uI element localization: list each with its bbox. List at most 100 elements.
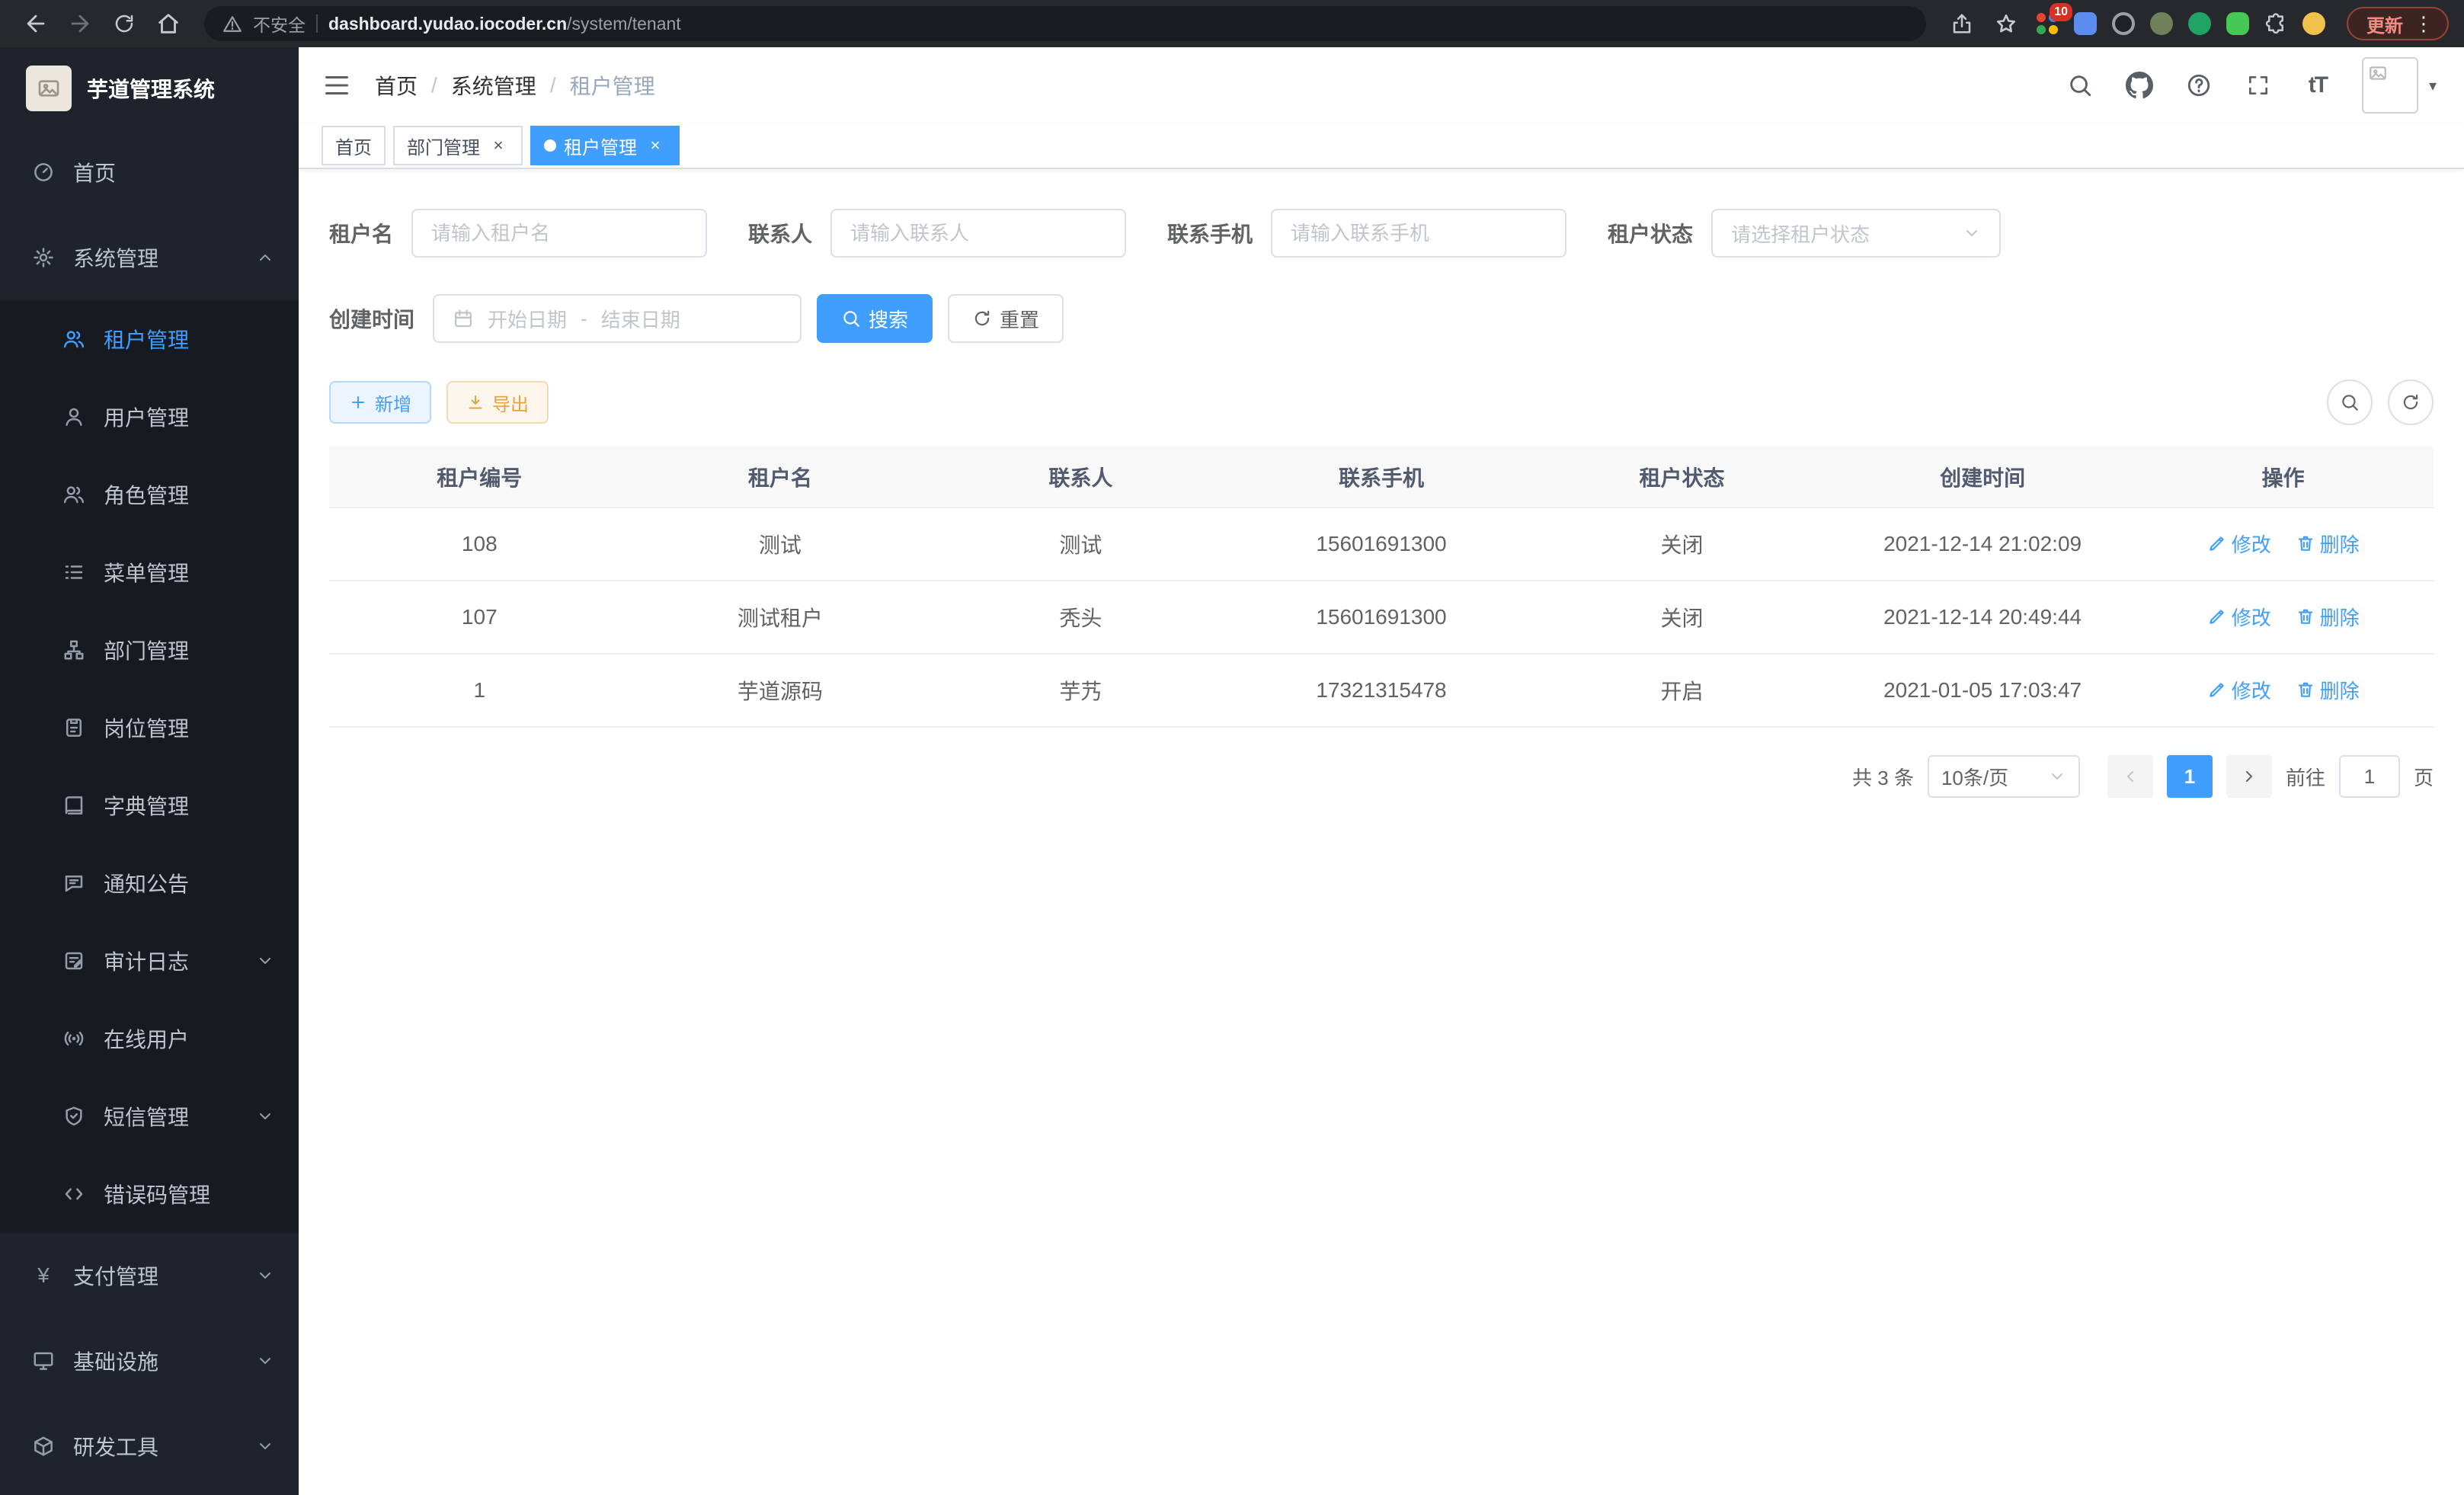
reset-button[interactable]: 重置 xyxy=(948,294,1064,343)
create-time-range-picker[interactable]: 开始日期 - 结束日期 xyxy=(433,294,802,343)
sidebar-item-online-users[interactable]: 在线用户 xyxy=(0,1000,299,1077)
sidebar-item-devtools[interactable]: 研发工具 xyxy=(0,1404,299,1489)
col-header-phone: 联系手机 xyxy=(1231,447,1532,507)
breadcrumb-item-home[interactable]: 首页 xyxy=(375,70,418,101)
browser-back-button[interactable] xyxy=(15,4,56,43)
sidebar-item-audit-log[interactable]: 审计日志 xyxy=(0,922,299,1000)
extensions-puzzle-icon[interactable] xyxy=(2258,6,2293,41)
page-1-button[interactable]: 1 xyxy=(2167,755,2213,798)
close-icon[interactable]: × xyxy=(645,135,666,156)
extension-dark-circle-icon[interactable] xyxy=(2106,6,2141,41)
page-size-select[interactable]: 10条/页 xyxy=(1928,755,2080,798)
refresh-table-button[interactable] xyxy=(2388,379,2434,425)
app-logo[interactable]: 芋道管理系统 xyxy=(0,47,299,130)
trash-icon xyxy=(2296,607,2315,626)
tenant-status-select[interactable]: 请选择租户状态 xyxy=(1711,209,2001,258)
sidebar-item-label: 字典管理 xyxy=(104,790,274,821)
browser-update-button[interactable]: 更新 ⋮ xyxy=(2347,7,2449,40)
sidebar-item-dept[interactable]: 部门管理 xyxy=(0,611,299,689)
export-button[interactable]: 导出 xyxy=(446,381,549,424)
sidebar-item-post[interactable]: 岗位管理 xyxy=(0,689,299,767)
sidebar-item-sms[interactable]: 短信管理 xyxy=(0,1077,299,1155)
extension-blue-icon[interactable] xyxy=(2068,6,2103,41)
tab-home[interactable]: 首页 xyxy=(322,126,386,165)
address-bar[interactable]: 不安全 dashboard.yudao.iocoder.cn/system/te… xyxy=(204,6,1926,41)
edit-button[interactable]: 修改 xyxy=(2207,676,2271,704)
delete-button[interactable]: 删除 xyxy=(2296,603,2360,631)
help-icon[interactable] xyxy=(2181,67,2217,104)
extension-green-square-icon[interactable] xyxy=(2220,6,2255,41)
add-button[interactable]: 新增 xyxy=(329,381,431,424)
shield-icon xyxy=(62,1105,85,1128)
cell-name: 测试 xyxy=(630,507,931,581)
toggle-search-button[interactable] xyxy=(2327,379,2373,425)
user-menu[interactable]: ▾ xyxy=(2362,57,2437,114)
omnibox-divider xyxy=(316,14,318,33)
tab-dept[interactable]: 部门管理 × xyxy=(393,126,523,165)
cell-created: 2021-12-14 21:02:09 xyxy=(1832,507,2133,581)
goto-label: 前往 xyxy=(2286,763,2325,791)
prev-page-button[interactable] xyxy=(2107,755,2153,798)
sidebar-item-errcode[interactable]: 错误码管理 xyxy=(0,1155,299,1233)
share-icon[interactable] xyxy=(1941,4,1982,43)
delete-label: 删除 xyxy=(2320,530,2360,558)
browser-menu-icon[interactable]: ⋮ xyxy=(2414,12,2434,36)
edit-button[interactable]: 修改 xyxy=(2207,603,2271,631)
cell-created: 2021-01-05 17:03:47 xyxy=(1832,654,2133,727)
sidebar-item-menu[interactable]: 菜单管理 xyxy=(0,533,299,611)
sidebar-item-notice[interactable]: 通知公告 xyxy=(0,844,299,922)
cell-contact: 测试 xyxy=(930,507,1231,581)
extension-olive-circle-icon[interactable] xyxy=(2144,6,2179,41)
profile-avatar-icon[interactable] xyxy=(2296,6,2331,41)
edit-label: 修改 xyxy=(2232,676,2271,704)
edit-button[interactable]: 修改 xyxy=(2207,530,2271,558)
browser-home-button[interactable] xyxy=(148,4,189,43)
search-button[interactable]: 搜索 xyxy=(817,294,933,343)
tab-label: 部门管理 xyxy=(407,133,480,159)
delete-button[interactable]: 删除 xyxy=(2296,676,2360,704)
sidebar-collapse-button[interactable] xyxy=(299,47,375,123)
cell-created: 2021-12-14 20:49:44 xyxy=(1832,581,2133,654)
sidebar-item-pay[interactable]: ¥ 支付管理 xyxy=(0,1233,299,1318)
sidebar-item-system[interactable]: 系统管理 xyxy=(0,215,299,300)
menu-list-icon xyxy=(62,561,85,584)
sidebar-item-user[interactable]: 用户管理 xyxy=(0,378,299,456)
extension-dots-icon[interactable]: 10 xyxy=(2030,6,2065,41)
sidebar-item-role[interactable]: 角色管理 xyxy=(0,456,299,533)
next-page-button[interactable] xyxy=(2226,755,2272,798)
pagination: 共 3 条 10条/页 1 前往 页 xyxy=(329,755,2434,798)
sidebar-item-home[interactable]: 首页 xyxy=(0,130,299,215)
bookmark-star-icon[interactable] xyxy=(1986,4,2027,43)
font-size-icon[interactable]: tT xyxy=(2299,67,2336,104)
sidebar-item-label: 短信管理 xyxy=(104,1101,238,1132)
cell-name: 测试租户 xyxy=(630,581,931,654)
date-start-placeholder: 开始日期 xyxy=(488,305,567,333)
phone-input[interactable] xyxy=(1291,222,1547,245)
sidebar-item-dict[interactable]: 字典管理 xyxy=(0,767,299,844)
sidebar-item-label: 部门管理 xyxy=(104,635,274,665)
sidebar-item-tenant[interactable]: 租户管理 xyxy=(0,300,299,378)
url-domain: dashboard.yudao.iocoder.cn xyxy=(328,14,567,34)
fullscreen-icon[interactable] xyxy=(2240,67,2277,104)
extension-green-circle-icon[interactable] xyxy=(2182,6,2217,41)
delete-button[interactable]: 删除 xyxy=(2296,530,2360,558)
sidebar-item-infra[interactable]: 基础设施 xyxy=(0,1318,299,1404)
cell-id: 108 xyxy=(329,507,630,581)
dark-circle-glyph xyxy=(2112,12,2135,35)
filter-contact: 联系人 xyxy=(748,209,1126,258)
tenant-name-input[interactable] xyxy=(431,222,687,245)
tenants-icon xyxy=(62,328,85,351)
breadcrumb-item-system[interactable]: 系统管理 xyxy=(451,70,536,101)
header-actions: tT ▾ xyxy=(2062,57,2437,114)
active-dot-icon xyxy=(544,139,556,152)
tab-tenant[interactable]: 租户管理× xyxy=(530,126,680,165)
goto-page-input[interactable] xyxy=(2339,755,2400,798)
browser-forward-button[interactable] xyxy=(59,4,101,43)
chevron-down-icon xyxy=(256,952,274,970)
total-count: 共 3 条 xyxy=(1852,763,1914,791)
header-search-icon[interactable] xyxy=(2062,67,2098,104)
github-icon[interactable] xyxy=(2121,67,2158,104)
contact-input[interactable] xyxy=(850,222,1106,245)
close-icon[interactable]: × xyxy=(488,135,509,156)
browser-reload-button[interactable] xyxy=(104,4,145,43)
